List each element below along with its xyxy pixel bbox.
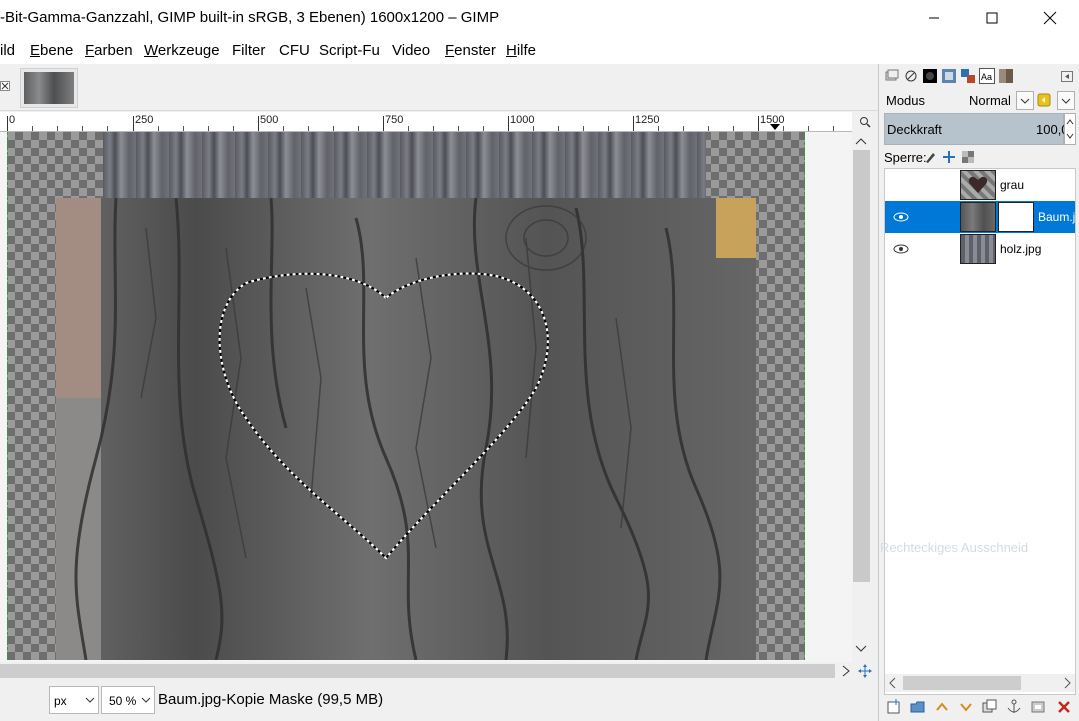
- menu-bild[interactable]: ild: [0, 42, 15, 59]
- chevron-down-icon: [141, 697, 151, 703]
- layer-thumbnail: [960, 202, 996, 232]
- minimize-icon: [929, 17, 939, 19]
- layers-tab-icon[interactable]: [884, 68, 900, 84]
- gradients-tab-icon[interactable]: [998, 68, 1014, 84]
- status-message: Baum.jpg-Kopie Maske (99,5 MB): [158, 691, 384, 708]
- ruler-ticks: [7, 116, 834, 131]
- image-tab-thumbnail[interactable]: [20, 68, 78, 108]
- menu-filter[interactable]: Filter: [232, 42, 265, 59]
- maximize-button[interactable]: [963, 0, 1021, 36]
- mode-label: Modus: [886, 93, 926, 108]
- tab-close-icon[interactable]: [0, 80, 12, 94]
- layer-mask-icon[interactable]: [1030, 699, 1046, 715]
- title-bar: -Bit-Gamma-Ganzzahl, GIMP built-in sRGB,…: [0, 0, 1079, 36]
- opacity-spinner[interactable]: [1064, 113, 1076, 145]
- channels-tab-icon[interactable]: [903, 68, 919, 84]
- mode-switch-button[interactable]: [1036, 91, 1054, 110]
- menu-ebene[interactable]: Ebene: [30, 42, 73, 59]
- lock-alpha-icon[interactable]: [961, 150, 975, 164]
- gimp-window: -Bit-Gamma-Ganzzahl, GIMP built-in sRGB,…: [0, 0, 1079, 721]
- ruler-label: 750: [385, 114, 404, 126]
- visibility-eye-icon[interactable]: [893, 242, 909, 256]
- zoom-value: 50 %: [109, 694, 137, 708]
- menu-farben[interactable]: Farben: [85, 42, 133, 59]
- new-layer-icon[interactable]: [886, 699, 902, 715]
- close-icon: [1043, 11, 1057, 25]
- close-icon: [0, 81, 10, 91]
- layer-name[interactable]: Baum.j: [1038, 210, 1075, 224]
- menu-script-fu[interactable]: Script-Fu: [319, 42, 380, 59]
- layer-name: holz.jpg: [1000, 242, 1042, 256]
- ruler-label: 0: [9, 114, 16, 126]
- layer-mask-thumbnail[interactable]: [998, 202, 1034, 232]
- delete-layer-icon[interactable]: [1056, 699, 1072, 715]
- minimize-button[interactable]: [905, 0, 963, 36]
- menu-fenster[interactable]: Fenster: [445, 42, 496, 59]
- dock-menu-icon[interactable]: [1060, 68, 1076, 84]
- layer-boundary: [7, 132, 805, 660]
- visibility-eye-icon[interactable]: [893, 210, 909, 224]
- layer-name: grau: [1000, 178, 1025, 192]
- mode-select[interactable]: Normal: [969, 93, 1011, 108]
- patterns-tab-icon[interactable]: [941, 68, 957, 84]
- layer-action-bar: [884, 697, 1076, 719]
- mode-reset-icon: [1037, 93, 1051, 107]
- chevron-down-icon: [85, 697, 95, 703]
- vertical-scroll-thumb[interactable]: [853, 150, 870, 582]
- navigate-icon[interactable]: [858, 664, 872, 678]
- chevron-down-icon: [1020, 98, 1030, 104]
- ruler-label: 500: [260, 114, 279, 126]
- heart-thumbnail-icon: [968, 176, 988, 193]
- new-layer-group-icon[interactable]: [910, 699, 926, 715]
- lock-position-icon[interactable]: [942, 150, 956, 164]
- layer-row-holz[interactable]: holz.jpg: [885, 233, 1075, 265]
- menu-video[interactable]: Video: [392, 42, 430, 59]
- spin-arrows-icon: [1066, 119, 1074, 139]
- menu-werkzeuge[interactable]: Werkzeuge: [144, 42, 220, 59]
- dock-tab-bar: Aa: [884, 66, 1076, 88]
- menu-bar: ild Ebene Farben Werkzeuge Filter CFU Sc…: [0, 36, 1079, 64]
- svg-text:Aa: Aa: [981, 72, 992, 82]
- image-canvas[interactable]: [0, 132, 852, 662]
- scroll-right-arrow-icon[interactable]: [840, 664, 852, 678]
- lower-layer-icon[interactable]: [958, 699, 974, 715]
- layer-thumbnail: [960, 170, 996, 200]
- fonts-tab-icon[interactable]: Aa: [979, 68, 995, 84]
- ruler-label: 1000: [510, 114, 535, 126]
- window-title: -Bit-Gamma-Ganzzahl, GIMP built-in sRGB,…: [0, 9, 500, 26]
- ruler-label: 250: [135, 114, 154, 126]
- mode-dropdown-button[interactable]: [1016, 91, 1034, 110]
- chevron-down-icon: [1061, 98, 1071, 104]
- magnifier-icon: [860, 117, 871, 128]
- lock-pixels-icon[interactable]: [924, 150, 938, 164]
- unit-value: px: [54, 694, 67, 708]
- mode-options-button[interactable]: [1057, 91, 1075, 110]
- unit-select[interactable]: px: [49, 686, 99, 714]
- lock-label: Sperre:: [884, 150, 927, 165]
- raise-layer-icon[interactable]: [934, 699, 950, 715]
- close-button[interactable]: [1021, 0, 1079, 36]
- duplicate-layer-icon[interactable]: [982, 699, 998, 715]
- horizontal-scroll-thumb[interactable]: [0, 664, 835, 678]
- layers-scroll-thumb[interactable]: [903, 676, 1021, 690]
- layer-row-grau[interactable]: grau: [885, 169, 1075, 201]
- horizontal-ruler: 0 250 500 750 1000 1250 1500: [0, 112, 852, 132]
- layer-row-baum[interactable]: Baum.j: [885, 201, 1075, 233]
- opacity-label: Deckkraft: [887, 122, 942, 137]
- paths-tab-icon[interactable]: [922, 68, 938, 84]
- anchor-layer-icon[interactable]: [1006, 699, 1022, 715]
- zoom-to-fit-button[interactable]: [852, 112, 878, 132]
- ruler-label: 1250: [635, 114, 660, 126]
- menu-hilfe[interactable]: Hilfe: [506, 42, 536, 59]
- ghost-tooltip: Rechteckiges Ausschneid: [880, 540, 1029, 555]
- image-tab-strip: [0, 64, 878, 111]
- maximize-icon: [986, 12, 998, 24]
- ruler-label: 1500: [760, 114, 785, 126]
- menu-cfu[interactable]: CFU: [279, 42, 310, 59]
- brushes-tab-icon[interactable]: [960, 68, 976, 84]
- zoom-select[interactable]: 50 %: [101, 686, 155, 714]
- layer-thumbnail: [960, 234, 996, 264]
